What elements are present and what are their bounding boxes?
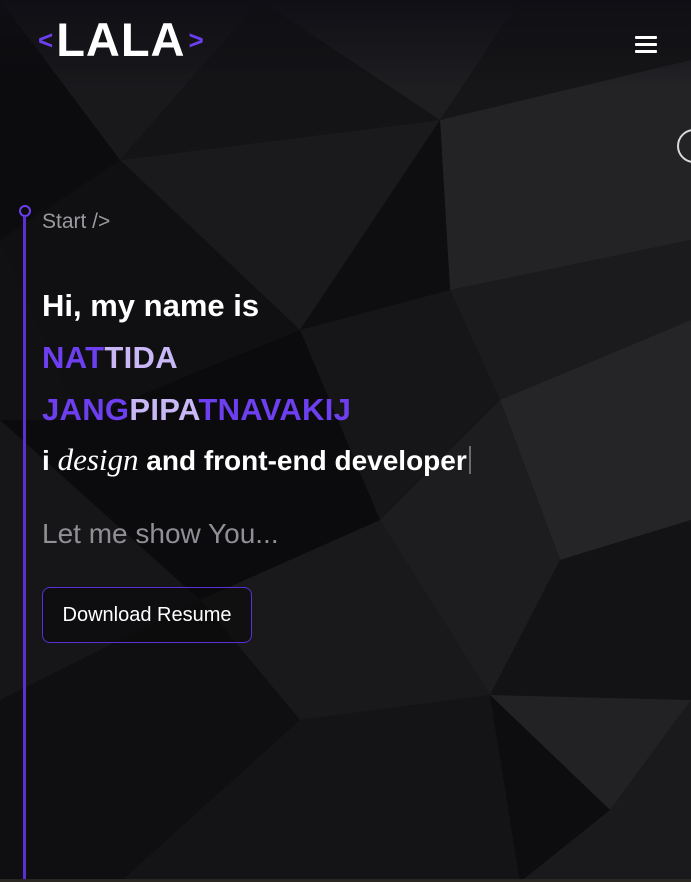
- menu-bar-bottom: [635, 50, 657, 53]
- name-letter: A: [64, 340, 86, 375]
- name-letter: V: [260, 392, 280, 427]
- logo-bracket-right: >: [188, 24, 204, 55]
- name-letter: A: [177, 392, 199, 427]
- tagline: i design and front-end developer: [42, 442, 471, 478]
- page: < LALA > Start /> Hi, my name is NATTIDA…: [0, 0, 691, 882]
- greeting-heading: Hi, my name is: [42, 288, 260, 323]
- tagline-suffix: and front-end developer: [146, 445, 467, 476]
- first-name: NATTIDA: [42, 340, 178, 376]
- menu-bar-top: [635, 36, 657, 39]
- name-letter: G: [104, 392, 130, 427]
- name-letter: T: [104, 340, 124, 375]
- logo-text: LALA: [56, 13, 186, 66]
- name-letter: A: [279, 392, 303, 427]
- name-letter: P: [129, 392, 151, 427]
- name-letter: I: [324, 392, 334, 427]
- name-letter: T: [198, 392, 218, 427]
- last-name: JANGPIPATNAVAKIJ: [42, 392, 351, 428]
- name-letter: I: [123, 340, 133, 375]
- tagline-emphasis: design: [57, 442, 139, 477]
- tagline-prefix: i: [42, 445, 50, 476]
- name-letter: J: [42, 392, 60, 427]
- name-letter: A: [59, 392, 83, 427]
- timeline-line: [23, 216, 26, 882]
- name-letter: T: [85, 340, 105, 375]
- name-letter: N: [82, 392, 105, 427]
- hamburger-menu-icon[interactable]: [630, 32, 664, 58]
- name-letter: P: [159, 392, 178, 427]
- name-letter: A: [155, 340, 178, 375]
- top-navigation-bar: < LALA >: [0, 0, 691, 88]
- start-tag-label: Start />: [42, 210, 111, 233]
- name-letter: J: [333, 392, 352, 427]
- name-letter: K: [302, 392, 325, 427]
- menu-bar-middle: [635, 43, 657, 46]
- name-letter: D: [132, 340, 156, 375]
- logo-bracket-left: <: [38, 24, 54, 55]
- download-resume-button[interactable]: Download Resume: [42, 587, 252, 643]
- site-logo[interactable]: < LALA >: [38, 16, 204, 63]
- name-letter: N: [217, 392, 241, 427]
- name-letter: N: [42, 340, 65, 375]
- name-letter: I: [150, 392, 160, 427]
- typing-cursor: [468, 446, 471, 474]
- polygon-background: [0, 0, 691, 882]
- subline-text: Let me show You...: [42, 518, 279, 549]
- name-letter: A: [240, 392, 261, 427]
